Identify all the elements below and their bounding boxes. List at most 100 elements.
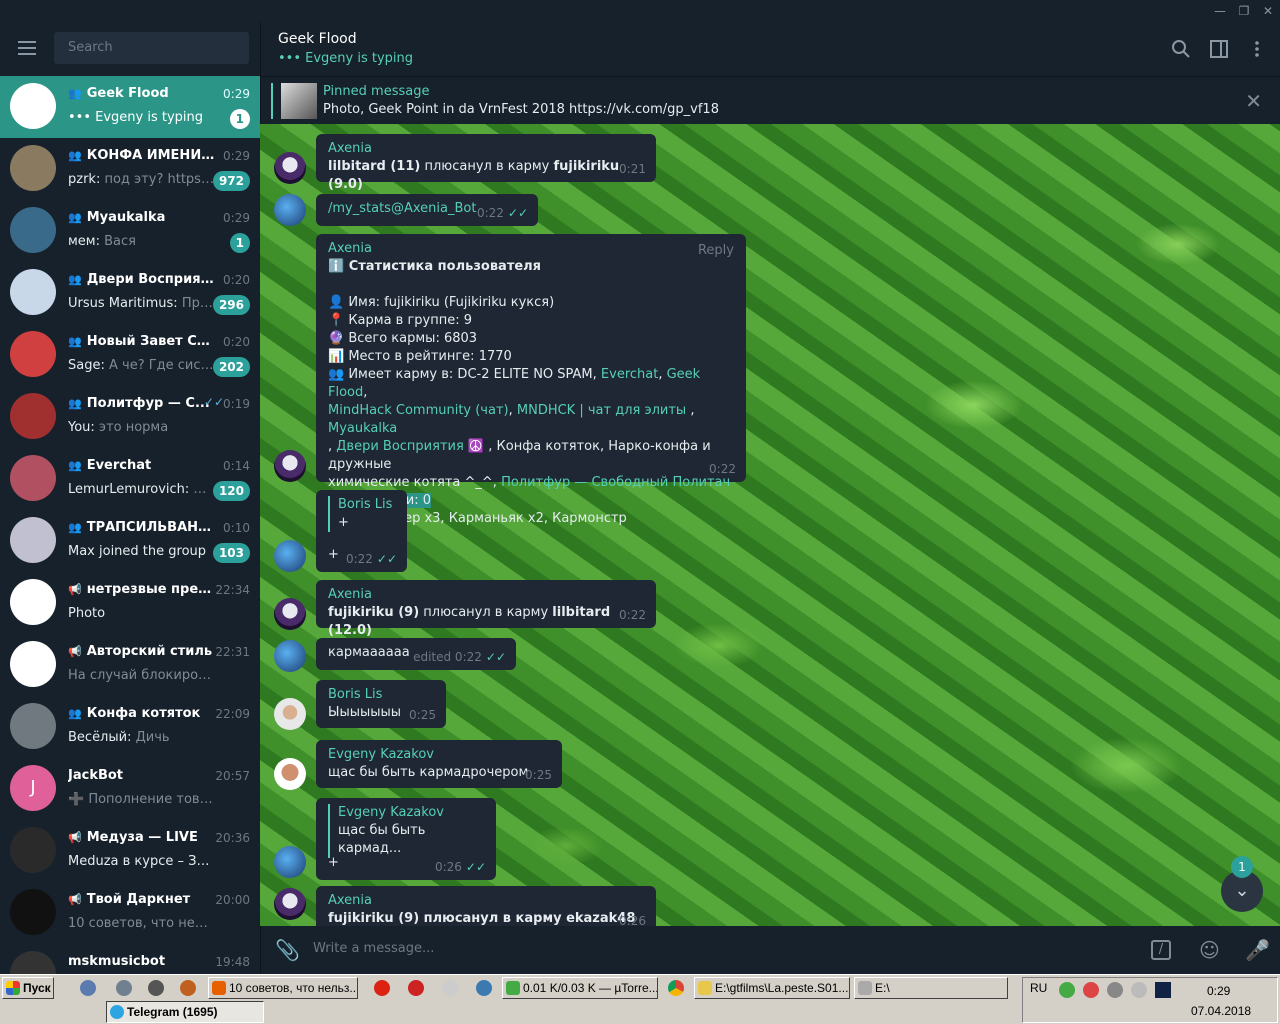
avatar[interactable] — [274, 152, 306, 184]
quicklaunch-icon[interactable] — [180, 980, 196, 996]
message-time: 0:25 — [409, 708, 436, 722]
avatar[interactable] — [274, 888, 306, 920]
pinned-text: Photo, Geek Point in da VrnFest 2018 htt… — [323, 102, 719, 117]
vivaldi-icon[interactable] — [408, 980, 424, 996]
avatar[interactable] — [274, 540, 306, 572]
chat-list-item[interactable]: 📢нетрезвые преко...22:34 Photo — [0, 572, 260, 634]
chat-link[interactable]: Everchat — [601, 367, 658, 382]
clock-time[interactable]: 0:29 — [1207, 984, 1230, 998]
message-history[interactable]: Axenia lilbitard (11) плюсанул в карму f… — [260, 124, 1280, 926]
message-bubble[interactable]: Axenia fujikiriku (9) плюсанул в карму e… — [316, 886, 656, 926]
tray-icon[interactable] — [1155, 982, 1171, 998]
chat-name: 👥 Everchat — [68, 458, 152, 473]
sender-name[interactable]: Axenia — [328, 240, 734, 258]
microphone-icon[interactable]: 🎤 — [1245, 938, 1270, 962]
taskbar-drive[interactable]: E:\ — [854, 977, 1008, 999]
avatar[interactable] — [274, 450, 306, 482]
message-bubble[interactable]: Axenia fujikiriku (9) плюсанул в карму l… — [316, 580, 656, 638]
message-bubble[interactable]: Axenia lilbitard (11) плюсанул в карму f… — [316, 134, 656, 192]
sender-name[interactable]: Evgeny Kazakov — [328, 746, 550, 764]
message-bubble[interactable]: /my_stats@Axenia_Bot 0:22 ✓✓ — [316, 194, 538, 226]
close-button[interactable]: ✕ — [1256, 3, 1280, 19]
restore-button[interactable]: ❐ — [1232, 3, 1256, 19]
message-input[interactable]: Write a message... — [313, 941, 434, 956]
message-bubble[interactable]: Evgeny Kazakov щас бы быть кармад... + 0… — [316, 798, 496, 880]
quicklaunch-icon[interactable] — [80, 980, 96, 996]
chat-list-item[interactable]: 📢Медуза — LIVE 20:36Meduza в курсе – Заче… — [0, 820, 260, 882]
chat-list-item[interactable]: mskmusicbot 19:48 — [0, 944, 260, 974]
chat-list-item[interactable]: 👥Everchat 0:14 LemurLemurovich: Не ...120 — [0, 448, 260, 510]
chat-link[interactable]: Myaukalka — [328, 421, 397, 436]
quicklaunch-icon[interactable] — [116, 980, 132, 996]
chat-list-item[interactable]: 👥 Geek Flood 0:29 ••• Evgeny is typing 1 — [0, 76, 260, 138]
more-icon[interactable] — [1247, 39, 1267, 59]
chat-list-item[interactable]: 📢 Авторский стиль 22:31 На случай блокировк… — [0, 634, 260, 696]
reply-quote[interactable]: Boris Lis + — [328, 496, 395, 532]
avatar[interactable] — [274, 758, 306, 790]
chat-list-item[interactable]: J JackBot 20:57➕ Пополнение товарами ... — [0, 758, 260, 820]
reply-quote[interactable]: Evgeny Kazakov щас бы быть кармад... — [328, 804, 484, 858]
tray-icon[interactable] — [1059, 982, 1075, 998]
taskbar-firefox[interactable]: 10 советов, что нельз... — [208, 977, 358, 999]
chat-list-item[interactable]: 👥 Политфур — С... ✓✓ 0:19 You: это норма — [0, 386, 260, 448]
message-time: 0:22 — [709, 462, 736, 476]
chrome-icon[interactable] — [668, 980, 684, 996]
chat-list-item[interactable]: 👥Двери Восприяти... 0:20 Ursus Maritimus: … — [0, 262, 260, 324]
avatar[interactable] — [274, 846, 306, 878]
message-bubble[interactable]: Boris Lis + + 0:22 ✓✓ — [316, 490, 407, 572]
chat-preview: Meduza в курсе – Зачем вы... — [68, 854, 214, 869]
close-icon[interactable]: ✕ — [1245, 89, 1262, 113]
chat-list-item[interactable]: 👥КОНФА ИМЕНИ П... 0:29 pzrk: под эту? http… — [0, 138, 260, 200]
chat-link[interactable]: MindHack Community (чат) — [328, 403, 509, 418]
chat-link[interactable]: MNDHCK | чат для элиты — [517, 403, 686, 418]
tray-icon[interactable] — [1131, 982, 1147, 998]
taskbar-utorrent[interactable]: 0.01 K/0.03 K — µTorre... — [502, 977, 658, 999]
quicklaunch-icon[interactable] — [148, 980, 164, 996]
sender-name[interactable]: Boris Lis — [328, 686, 434, 704]
chat-list-item[interactable]: 👥 Конфа котяток 22:09 Весёлый: Дичь — [0, 696, 260, 758]
chat-link[interactable]: Двери Восприятия — [336, 439, 464, 454]
chat-time: 0:29 — [223, 149, 250, 163]
tray-icon[interactable] — [1083, 982, 1099, 998]
chat-list-item[interactable]: 👥 Myaukalka 0:29 мем: Вася 1 — [0, 200, 260, 262]
avatar[interactable] — [274, 598, 306, 630]
avatar[interactable] — [274, 640, 306, 672]
sender-name[interactable]: Axenia — [328, 586, 644, 604]
chat-preview: Ursus Maritimus: Прив... — [68, 296, 214, 311]
sender-name[interactable]: Axenia — [328, 892, 644, 910]
minimize-button[interactable]: — — [1208, 3, 1232, 19]
avatar[interactable] — [274, 194, 306, 226]
message-bubble[interactable]: Boris Lis Ыыыыыыы 0:25 — [316, 680, 446, 728]
chat-list-item[interactable]: 👥 Новый Завет Сол... 0:20 Sage: А че? Где с… — [0, 324, 260, 386]
chat-list-item[interactable]: 📢Твой Даркнет 20:0010 советов, что нельзя… — [0, 882, 260, 944]
avatar — [10, 889, 56, 935]
message-bubble[interactable]: кармаааааа edited 0:22 ✓✓ — [316, 638, 516, 670]
group-icon: 👥 — [68, 521, 82, 534]
chat-link[interactable]: Политфур — Свободный Политач — [501, 475, 730, 490]
opera-icon[interactable] — [374, 980, 390, 996]
message-bubble[interactable]: Evgeny Kazakov щас бы быть кармадрочером… — [316, 740, 562, 788]
bot-command-icon[interactable]: / — [1151, 940, 1171, 960]
sidebar-toggle-icon[interactable] — [1209, 39, 1229, 59]
message-bubble[interactable]: Axenia Reply ℹ️ Статистика пользователя … — [316, 234, 746, 526]
reply-button[interactable]: Reply — [698, 242, 734, 260]
stats-line: 📊 Место в рейтинге: 1770 — [328, 349, 512, 364]
menu-icon[interactable] — [18, 41, 36, 55]
attach-icon[interactable]: 📎 — [275, 938, 300, 962]
search-icon[interactable] — [1171, 39, 1191, 59]
chat-list-item[interactable]: 👥ТРАПСИЛЬВАНИЯ.... 0:10 Max joined the gro… — [0, 510, 260, 572]
quicklaunch-icon[interactable] — [442, 980, 458, 996]
chat-title[interactable]: Geek Flood — [278, 31, 357, 47]
title-bar: — ❐ ✕ — [0, 0, 1280, 22]
search-input[interactable]: Search — [54, 32, 249, 64]
avatar[interactable] — [274, 698, 306, 730]
taskbar-explorer[interactable]: E:\gtfilms\La.peste.S01.... — [694, 977, 850, 999]
sender-name[interactable]: Axenia — [328, 140, 644, 158]
emoji-icon[interactable]: ☺ — [1199, 938, 1220, 962]
pinned-message-bar[interactable]: Pinned message Photo, Geek Point in da V… — [260, 76, 1280, 124]
tray-icon[interactable] — [1107, 982, 1123, 998]
quicklaunch-icon[interactable] — [476, 980, 492, 996]
start-button[interactable]: Пуск — [2, 977, 54, 999]
bot-command-link[interactable]: /my_stats@Axenia_Bot — [328, 201, 476, 216]
taskbar-telegram[interactable]: Telegram (1695) — [106, 1001, 264, 1023]
